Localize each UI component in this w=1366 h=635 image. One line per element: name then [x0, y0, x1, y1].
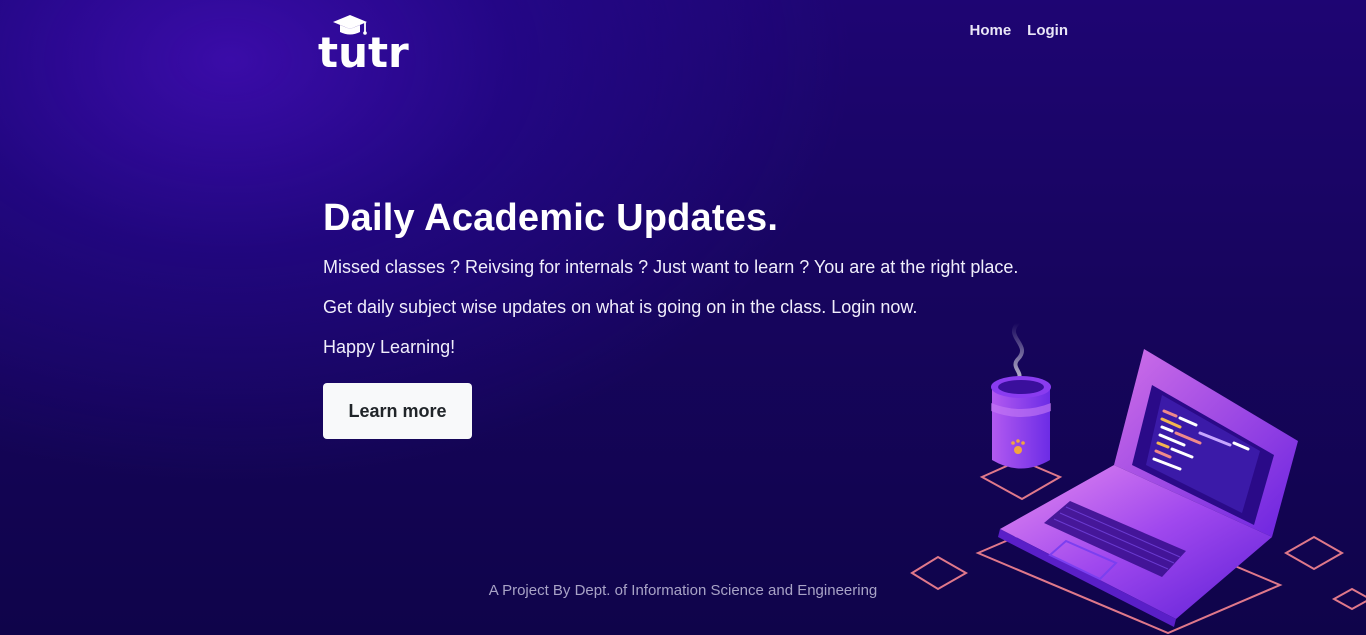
navbar: tutr Home Login: [0, 0, 1366, 80]
brand-logo-svg: tutr: [318, 15, 409, 77]
nav-login-link[interactable]: Login: [1027, 22, 1068, 39]
laptop-coffee-illustration: [900, 315, 1366, 635]
learn-more-button[interactable]: Learn more: [323, 383, 472, 439]
coffee-cup-icon: [991, 321, 1051, 469]
brand-name: tutr: [318, 28, 409, 72]
nav-links: Home Login: [969, 22, 1068, 39]
nav-home-link[interactable]: Home: [969, 22, 1011, 39]
laptop-and-coffee-illustration-svg: [910, 321, 1366, 635]
hero-title: Daily Academic Updates.: [323, 197, 779, 239]
hero-paragraph-1: Missed classes ? Reivsing for internals …: [323, 257, 1019, 277]
brand-logo[interactable]: tutr: [316, 12, 416, 77]
